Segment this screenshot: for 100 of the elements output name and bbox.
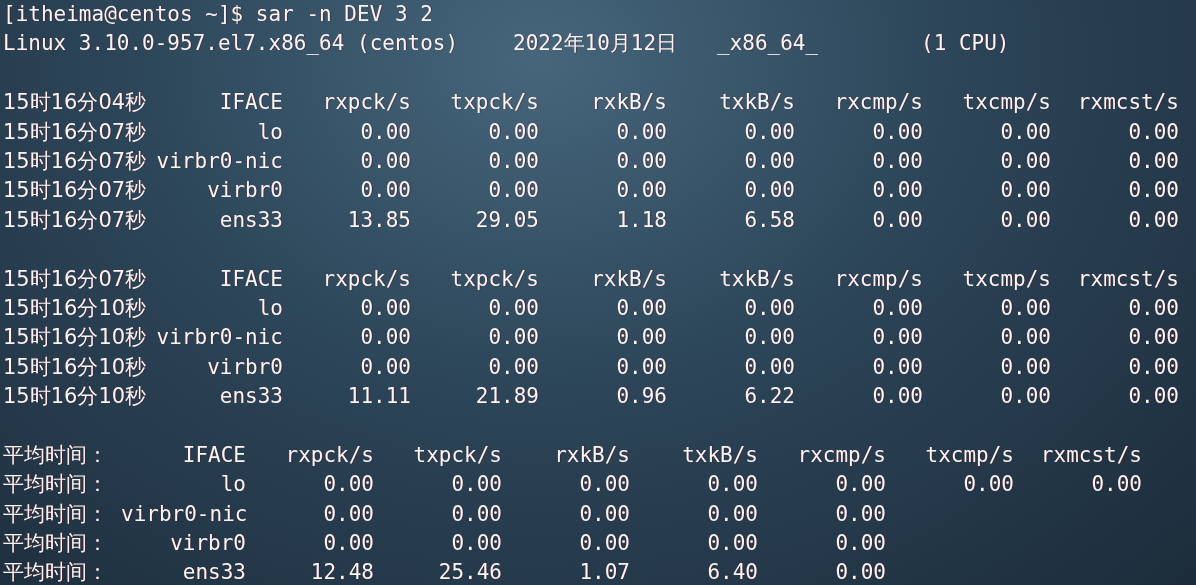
table-cell-text: 25.46: [437, 559, 502, 585]
table-cell-text: 0.00: [999, 383, 1051, 411]
table-cell-text: 0.00: [359, 324, 411, 352]
table-cell-text: 0.00: [578, 471, 630, 499]
table-cell-text: 0.00: [999, 206, 1051, 234]
timestamp: 15时16分10秒: [3, 353, 148, 381]
column-header: txpck/s: [449, 89, 539, 117]
table-cell-text: 0.00: [615, 294, 667, 322]
table-cell-text: 0.00: [743, 324, 795, 352]
interface-name: lo: [256, 294, 283, 322]
table-cell-text: 0.00: [487, 177, 539, 205]
column-header: txpck/s: [412, 441, 502, 469]
timestamp: 15时16分10秒: [3, 383, 148, 411]
column-header: rxmcst/s: [1076, 265, 1179, 293]
table-cell-text: 0.00: [615, 353, 667, 381]
table-cell-text: 0.00: [743, 353, 795, 381]
table-cell-text: 13.85: [346, 206, 411, 234]
table-cell-text: 12.48: [309, 559, 374, 585]
interface-name: virbr0: [206, 353, 283, 381]
table-cell-text: 0.00: [999, 118, 1051, 146]
table-cell-text: 0.00: [743, 177, 795, 205]
interface-name: ens33: [181, 559, 246, 585]
table-cell-text: 0.00: [834, 530, 886, 558]
table-cell-text: 0.00: [615, 177, 667, 205]
table-cell-text: 0.00: [834, 559, 886, 585]
table-cell-text: 0.00: [615, 147, 667, 175]
table-cell-text: 0.00: [871, 118, 923, 146]
table-cell-text: 0.00: [359, 118, 411, 146]
table-cell-text: 0.00: [1127, 383, 1179, 411]
interface-name: virbr0-nic: [155, 147, 283, 175]
table-cell-text: 0.00: [1127, 294, 1179, 322]
table-cell-text: 0.00: [1127, 177, 1179, 205]
table-cell-text: 0.00: [615, 118, 667, 146]
column-header: txcmp/s: [961, 89, 1051, 117]
column-header: rxpck/s: [321, 265, 411, 293]
table-cell-text: 0.00: [1090, 471, 1142, 499]
interface-name: ens33: [218, 383, 283, 411]
column-header: rxcmp/s: [833, 265, 923, 293]
table-cell-text: 0.00: [834, 471, 886, 499]
table-cell-text: 0.00: [999, 147, 1051, 175]
timestamp: 15时16分04秒: [3, 89, 148, 117]
table-cell-text: 0.00: [487, 353, 539, 381]
table-cell-text: 0.00: [871, 177, 923, 205]
system-info-text: (1 CPU): [921, 30, 1010, 58]
timestamp: 15时16分07秒: [3, 265, 148, 293]
table-cell-text: 21.89: [474, 383, 539, 411]
column-header: txcmp/s: [961, 265, 1051, 293]
interface-name: virbr0: [169, 530, 246, 558]
average-label: 平均时间：: [3, 559, 109, 585]
interface-name: virbr0-nic: [121, 500, 246, 528]
timestamp: 15时16分10秒: [3, 294, 148, 322]
table-cell-text: 0.96: [615, 383, 667, 411]
average-label: 平均时间：: [3, 471, 109, 499]
timestamp: 15时16分07秒: [3, 177, 148, 205]
interface-name: virbr0: [206, 177, 283, 205]
table-cell-text: 6.58: [743, 206, 795, 234]
table-cell-text: 0.00: [871, 206, 923, 234]
table-cell-text: 1.07: [578, 559, 630, 585]
column-header: IFACE: [218, 265, 283, 293]
table-cell-text: 0.00: [999, 353, 1051, 381]
table-cell-text: 0.00: [706, 500, 758, 528]
table-cell-text: 0.00: [706, 471, 758, 499]
average-label: 平均时间：: [3, 530, 109, 558]
table-cell-text: 0.00: [487, 294, 539, 322]
timestamp: 15时16分07秒: [3, 147, 148, 175]
table-cell-text: 0.00: [322, 471, 374, 499]
table-cell-text: 11.11: [346, 383, 411, 411]
table-cell-text: 0.00: [1127, 206, 1179, 234]
table-cell-text: 0.00: [450, 500, 502, 528]
table-cell-text: 0.00: [450, 471, 502, 499]
table-cell-text: 0.00: [1127, 324, 1179, 352]
command-line: [itheima@centos ~]$ sar -n DEV 3 2: [3, 1, 433, 28]
system-info-text: Linux 3.10.0-957.el7.x86_64 (centos): [3, 30, 460, 58]
table-cell-text: 0.00: [743, 294, 795, 322]
table-cell-text: 0.00: [578, 500, 630, 528]
timestamp: 15时16分07秒: [3, 206, 148, 234]
table-cell-text: 0.00: [871, 324, 923, 352]
column-header: txkB/s: [718, 89, 795, 117]
timestamp: 15时16分10秒: [3, 324, 148, 352]
column-header: txpck/s: [449, 265, 539, 293]
table-cell-text: 0.00: [962, 471, 1014, 499]
average-label: 平均时间：: [3, 500, 109, 528]
table-cell-text: 0.00: [743, 118, 795, 146]
table-cell-text: 0.00: [999, 324, 1051, 352]
table-cell-text: 0.00: [487, 118, 539, 146]
interface-name: lo: [219, 471, 246, 499]
column-header: rxkB/s: [553, 441, 630, 469]
table-cell-text: 0.00: [322, 530, 374, 558]
table-cell-text: 0.00: [999, 177, 1051, 205]
column-header: rxpck/s: [284, 441, 374, 469]
table-cell-text: 0.00: [578, 530, 630, 558]
table-cell-text: 0.00: [871, 353, 923, 381]
table-cell-text: 0.00: [871, 383, 923, 411]
table-cell-text: 0.00: [1127, 147, 1179, 175]
table-cell-text: 0.00: [871, 147, 923, 175]
column-header: rxkB/s: [590, 89, 667, 117]
interface-name: virbr0-nic: [155, 324, 283, 352]
table-cell-text: 0.00: [359, 147, 411, 175]
table-cell-text: 0.00: [1127, 353, 1179, 381]
column-header: txcmp/s: [924, 441, 1014, 469]
